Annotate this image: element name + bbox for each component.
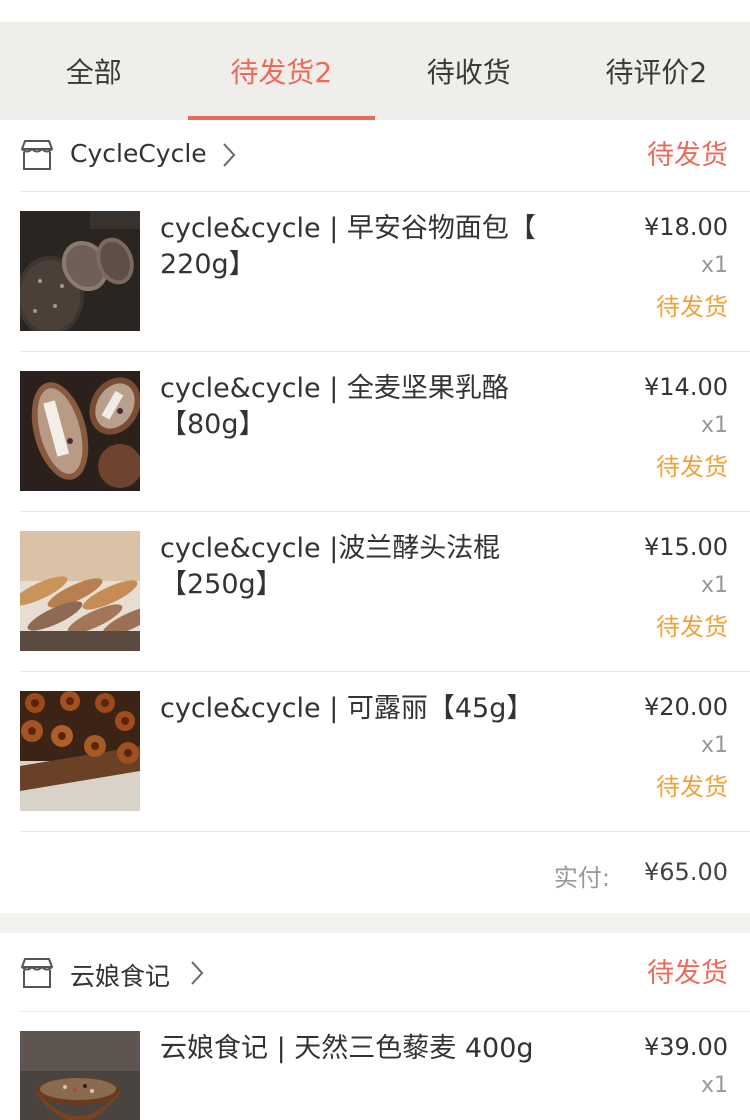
item-title: cycle&cycle |波兰酵头法棍【250g】 xyxy=(160,533,501,600)
quinoa-bowl-photo xyxy=(20,1031,140,1120)
item-status[interactable]: 待发货 xyxy=(656,447,728,482)
item-quantity: x1 xyxy=(700,573,728,598)
item-status[interactable]: 待发货 xyxy=(656,287,728,322)
shop-header[interactable]: 云娘食记 待发货 xyxy=(0,933,750,1011)
status-bar xyxy=(0,0,750,22)
item-quantity: x1 xyxy=(700,413,728,438)
order-item[interactable]: cycle&cycle | 全麦坚果乳酪【80g】 ¥14.00 x1 待发货 xyxy=(0,351,750,511)
order-card: CycleCycle 待发货 cycle&cycle | 早安谷物面包【 220… xyxy=(0,120,750,913)
cheese-bread-photo xyxy=(20,371,140,491)
order-card: 云娘食记 待发货 云娘食记 | 天然三色藜麦 400g ¥39.00 x1 xyxy=(0,933,750,1120)
item-quantity: x1 xyxy=(700,1073,728,1098)
chevron-right-icon xyxy=(191,961,204,985)
baguette-photo xyxy=(20,531,140,651)
tab-to-receive[interactable]: 待收货 xyxy=(375,22,563,120)
canele-photo xyxy=(20,691,140,811)
item-title: cycle&cycle | 早安谷物面包【 220g】 xyxy=(160,213,536,280)
item-quantity: x1 xyxy=(700,733,728,758)
shop-name: CycleCycle xyxy=(70,139,207,168)
shop-header[interactable]: CycleCycle 待发货 xyxy=(0,120,750,192)
item-price: ¥18.00 xyxy=(644,213,728,241)
order-total-row: 实付: ¥65.00 xyxy=(0,832,750,912)
total-amount: ¥65.00 xyxy=(644,858,728,886)
item-title: 云娘食记 | 天然三色藜麦 400g xyxy=(160,1033,534,1064)
tab-all[interactable]: 全部 xyxy=(0,22,188,120)
shop-icon xyxy=(21,958,53,988)
chevron-right-icon xyxy=(223,143,236,167)
shop-icon xyxy=(21,140,53,170)
order-status: 待发货 xyxy=(647,958,728,989)
item-quantity: x1 xyxy=(700,253,728,278)
order-tabs: 全部 待发货2 待收货 待评价2 xyxy=(0,22,750,120)
order-item[interactable]: cycle&cycle | 可露丽【45g】 ¥20.00 x1 待发货 xyxy=(0,671,750,831)
item-title: cycle&cycle | 全麦坚果乳酪【80g】 xyxy=(160,373,509,440)
item-status[interactable]: 待发货 xyxy=(656,607,728,642)
grain-bread-photo xyxy=(20,211,140,331)
order-item[interactable]: 云娘食记 | 天然三色藜麦 400g ¥39.00 x1 xyxy=(0,1011,750,1120)
item-price: ¥14.00 xyxy=(644,373,728,401)
item-status[interactable]: 待发货 xyxy=(656,767,728,802)
tab-to-review[interactable]: 待评价2 xyxy=(563,22,750,120)
item-title: cycle&cycle | 可露丽【45g】 xyxy=(160,693,534,724)
tab-to-ship[interactable]: 待发货2 xyxy=(187,22,376,120)
order-item[interactable]: cycle&cycle |波兰酵头法棍【250g】 ¥15.00 x1 待发货 xyxy=(0,511,750,671)
item-price: ¥39.00 xyxy=(644,1033,728,1061)
item-price: ¥15.00 xyxy=(644,533,728,561)
shop-name: 云娘食记 xyxy=(70,962,171,991)
order-status: 待发货 xyxy=(647,140,728,171)
order-item[interactable]: cycle&cycle | 早安谷物面包【 220g】 ¥18.00 x1 待发… xyxy=(0,191,750,351)
total-label: 实付: xyxy=(553,864,610,892)
item-price: ¥20.00 xyxy=(644,693,728,721)
